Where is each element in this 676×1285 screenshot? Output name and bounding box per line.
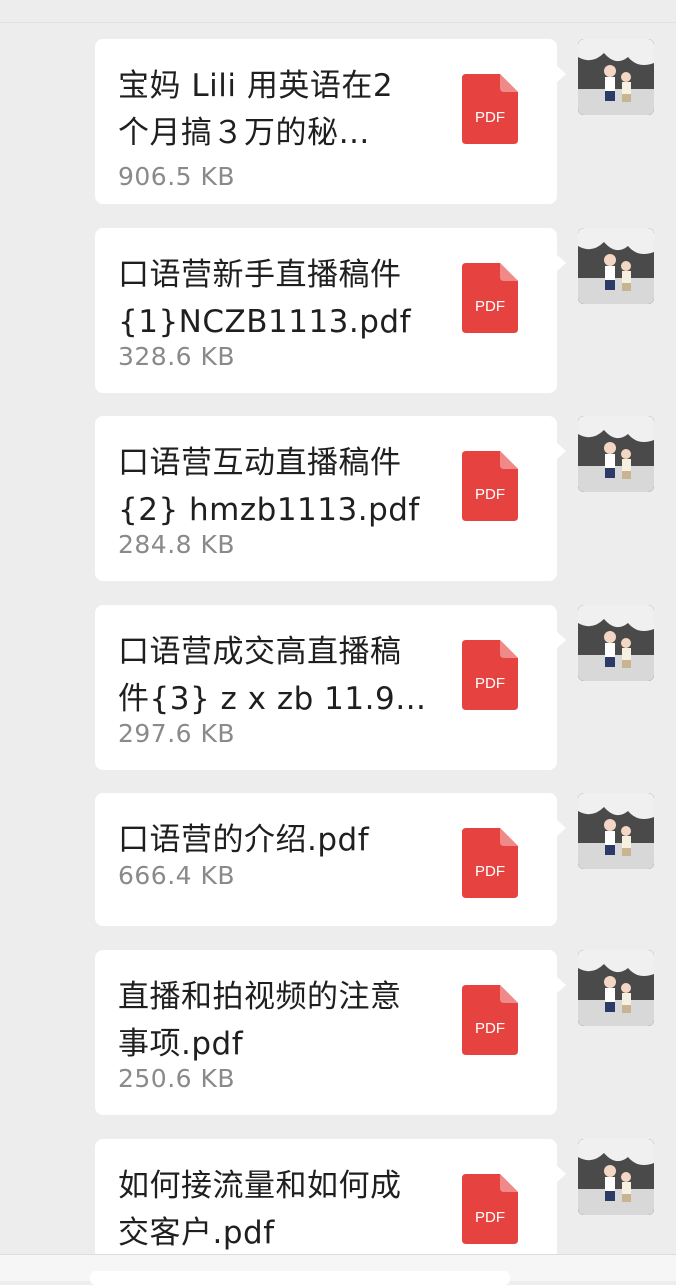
- file-message-1[interactable]: 宝妈 Lili 用英语在2 个月搞３万的秘… 906.5 KB PDF: [95, 39, 566, 204]
- file-name: 口语营新手直播稿件 {1}NCZB1113.pdf: [118, 257, 412, 340]
- svg-text:PDF: PDF: [475, 298, 505, 315]
- file-name: 宝妈 Lili 用英语在2 个月搞３万的秘…: [118, 68, 394, 151]
- svg-text:PDF: PDF: [475, 863, 505, 880]
- avatar[interactable]: [578, 39, 654, 115]
- file-name: 直播和拍视频的注意 事项.pdf: [118, 979, 402, 1062]
- pdf-file-icon: PDF: [462, 263, 518, 333]
- svg-text:PDF: PDF: [475, 486, 505, 503]
- file-size: 328.6 KB: [118, 342, 236, 371]
- pdf-file-icon: PDF: [462, 1174, 518, 1244]
- file-message-4[interactable]: 口语营成交高直播稿 件{3} z x zb 11.9… 297.6 KB PDF: [95, 605, 566, 770]
- avatar[interactable]: [578, 228, 654, 304]
- file-size: 906.5 KB: [118, 162, 236, 191]
- file-size: 250.6 KB: [118, 1064, 236, 1093]
- avatar[interactable]: [578, 605, 654, 681]
- file-name: 口语营互动直播稿件 {2} hmzb1113.pdf: [118, 445, 420, 528]
- pdf-file-icon: PDF: [462, 828, 518, 898]
- top-divider: [0, 0, 676, 23]
- avatar[interactable]: [578, 416, 654, 492]
- pdf-file-icon: PDF: [462, 451, 518, 521]
- file-message-6[interactable]: 直播和拍视频的注意 事项.pdf 250.6 KB PDF: [95, 950, 566, 1115]
- avatar[interactable]: [578, 793, 654, 869]
- svg-text:PDF: PDF: [475, 109, 505, 126]
- pdf-file-icon: PDF: [462, 74, 518, 144]
- file-size: 666.4 KB: [118, 861, 236, 890]
- file-message-3[interactable]: 口语营互动直播稿件 {2} hmzb1113.pdf 284.8 KB PDF: [95, 416, 566, 581]
- file-name: 口语营成交高直播稿 件{3} z x zb 11.9…: [118, 634, 427, 717]
- svg-text:PDF: PDF: [475, 675, 505, 692]
- file-size: 284.8 KB: [118, 530, 236, 559]
- file-name: 如何接流量和如何成 交客户.pdf: [118, 1168, 402, 1251]
- message-input[interactable]: [90, 1271, 510, 1285]
- avatar[interactable]: [578, 950, 654, 1026]
- pdf-file-icon: PDF: [462, 985, 518, 1055]
- file-message-5[interactable]: 口语营的介绍.pdf 666.4 KB PDF: [95, 793, 566, 926]
- svg-text:PDF: PDF: [475, 1209, 505, 1226]
- svg-text:PDF: PDF: [475, 1020, 505, 1037]
- avatar[interactable]: [578, 1139, 654, 1215]
- file-size: 297.6 KB: [118, 719, 236, 748]
- file-name: 口语营的介绍.pdf: [118, 822, 370, 858]
- bottom-input-bar: [0, 1254, 676, 1285]
- file-message-2[interactable]: 口语营新手直播稿件 {1}NCZB1113.pdf 328.6 KB PDF: [95, 228, 566, 393]
- pdf-file-icon: PDF: [462, 640, 518, 710]
